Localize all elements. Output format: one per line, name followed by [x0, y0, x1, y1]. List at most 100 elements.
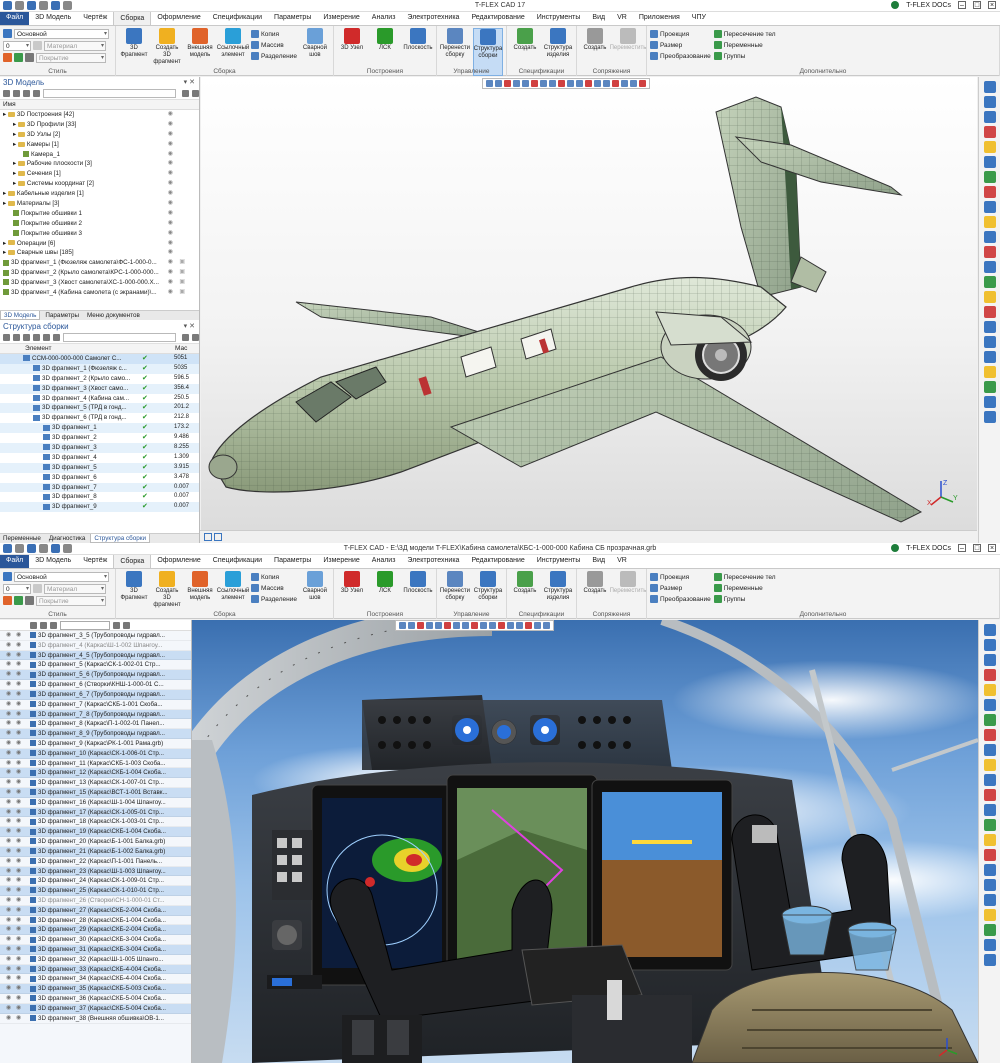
menu-tab-14[interactable]: Приложения	[633, 11, 686, 25]
visibility-eye-icon[interactable]: ◉	[6, 729, 11, 738]
visibility-eye-icon[interactable]: ◉	[168, 159, 173, 169]
display-eye-icon[interactable]: ◉	[16, 945, 21, 954]
visibility-eye-icon[interactable]: ◉	[6, 1014, 11, 1023]
display-eye-icon[interactable]: ◉	[16, 778, 21, 787]
light-icon[interactable]	[983, 849, 996, 861]
visibility-eye-icon[interactable]: ◉	[6, 847, 11, 856]
shade-icon[interactable]	[983, 246, 996, 258]
show-icon[interactable]	[531, 80, 538, 87]
display-eye-icon[interactable]: ◉	[16, 768, 21, 777]
minimize-button[interactable]: –	[958, 1, 966, 9]
visibility-eye-icon[interactable]: ◉	[168, 169, 173, 179]
settings-icon[interactable]	[192, 90, 199, 97]
back-icon[interactable]	[3, 90, 10, 97]
display-eye-icon[interactable]: ◉	[16, 925, 21, 934]
measure-icon[interactable]	[630, 80, 637, 87]
assembly-small-1[interactable]: Массив	[251, 583, 297, 593]
menu-tab-4[interactable]: Оформление	[151, 11, 206, 25]
cockpit-tree-row[interactable]: ◉ ◉ 3D фрагмент_31 (Каркас\СКБ-3-004 Скоба…	[0, 945, 191, 955]
visibility-eye-icon[interactable]: ◉	[6, 965, 11, 974]
render-icon[interactable]	[983, 939, 996, 951]
display-eye-icon[interactable]: ◉	[16, 974, 21, 983]
walk-icon[interactable]	[983, 351, 996, 363]
model-tree-item[interactable]: ▸ 3D Построения [42] ◉	[0, 110, 199, 120]
iso-view-icon[interactable]	[983, 774, 996, 786]
visibility-eye-icon[interactable]: ◉	[168, 229, 173, 239]
assembly-tree-row[interactable]: 3D фрагмент_8 ✔ 0.007	[0, 492, 199, 502]
menu-tab-9[interactable]: Электротехника	[401, 11, 465, 25]
level-select[interactable]: 0	[3, 40, 31, 51]
model-column-header[interactable]: Имя	[0, 100, 199, 110]
expand-icon[interactable]	[13, 334, 20, 341]
visibility-eye-icon[interactable]: ◉	[6, 1004, 11, 1013]
display-eye-icon[interactable]: ◉	[16, 1014, 21, 1023]
visibility-eye-icon[interactable]: ◉	[168, 219, 173, 229]
display-eye-icon[interactable]: ◉	[16, 896, 21, 905]
search-icon[interactable]	[182, 90, 189, 97]
display-eye-icon[interactable]: ◉	[16, 700, 21, 709]
hidden-icon[interactable]	[983, 276, 996, 288]
level-select[interactable]: 0	[3, 583, 31, 594]
cockpit-tree-row[interactable]: ◉ ◉ 3D фрагмент_8_9 (Трубопроводы гидравл.…	[0, 729, 191, 739]
cockpit-tree-row[interactable]: ◉ ◉ 3D фрагмент_33 (Каркас\СКБ-4-004 Скоба…	[0, 964, 191, 975]
cockpit-tree-row[interactable]: ◉ ◉ 3D фрагмент_4_5 (Трубопроводы гидравл.…	[0, 650, 191, 661]
refresh-icon[interactable]	[3, 334, 10, 341]
measure-icon[interactable]	[983, 924, 996, 936]
cockpit-tree-row[interactable]: ◉ ◉ 3D фрагмент_23 (Каркас\Ш-1-003 Шпангоу…	[0, 866, 191, 877]
model-tree-item[interactable]: Покрытие обшивки 2 ◉	[0, 219, 199, 229]
visibility-eye-icon[interactable]: ◉	[168, 278, 173, 288]
wire-icon[interactable]	[549, 80, 556, 87]
pan-icon[interactable]	[983, 141, 996, 153]
assembly-tree-row[interactable]: 3D фрагмент_5 (ТРД в гонд... ✔ 201.2	[0, 403, 199, 414]
display-eye-icon[interactable]: ◉	[16, 847, 21, 856]
magnet-icon[interactable]	[983, 624, 996, 636]
extra-item2-1[interactable]: Переменные	[713, 40, 776, 50]
pan-icon[interactable]	[983, 684, 996, 696]
assembly-panel-tab-1[interactable]: Диагностика	[46, 534, 89, 543]
tree-icon[interactable]	[43, 334, 50, 341]
section-icon[interactable]	[417, 622, 424, 629]
display-eye-icon[interactable]: ◉	[16, 827, 21, 836]
walk-icon[interactable]	[983, 894, 996, 906]
visibility-eye-icon[interactable]: ◉	[6, 808, 11, 817]
cockpit-tree-row[interactable]: ◉ ◉ 3D фрагмент_18 (Каркас\СК-1-003-01 Стр…	[0, 817, 191, 828]
display-eye-icon[interactable]: ◉	[16, 680, 21, 689]
visibility-eye-icon[interactable]: ◉	[168, 268, 173, 278]
assembly-tree-row[interactable]: 3D фрагмент_2 ✔ 9.486	[0, 433, 199, 443]
shade-icon[interactable]	[558, 80, 565, 87]
light-icon[interactable]	[480, 622, 487, 629]
cockpit-tree-row[interactable]: ◉ ◉ 3D фрагмент_5_6 (Трубопроводы гидравл.…	[0, 670, 191, 681]
fit-icon[interactable]	[516, 622, 523, 629]
assembly-tree-row[interactable]: 3D фрагмент_1 ✔ 173.2	[0, 423, 199, 434]
display-eye-icon[interactable]: ◉	[16, 955, 21, 964]
visibility-eye-icon[interactable]: ◉	[168, 209, 173, 219]
cockpit-tree-row[interactable]: ◉ ◉ 3D фрагмент_10 (Каркас\СК-1-006-01 Стр…	[0, 748, 191, 759]
visibility-eye-icon[interactable]: ◉	[6, 867, 11, 876]
filter-icon[interactable]	[486, 80, 493, 87]
cockpit-tree-row[interactable]: ◉ ◉ 3D фрагмент_17 (Каркас\СК-1-005-01 Стр…	[0, 807, 191, 818]
visibility-eye-icon[interactable]: ◉	[168, 248, 173, 258]
filter-icon[interactable]	[33, 334, 40, 341]
camera-icon[interactable]	[498, 622, 505, 629]
camera-icon[interactable]	[983, 879, 996, 891]
coating-select[interactable]: Покрытие	[36, 595, 106, 606]
fit-icon[interactable]	[983, 714, 996, 726]
cockpit-tree-row[interactable]: ◉ ◉ 3D фрагмент_29 (Каркас\СКБ-2-004 Скоба…	[0, 925, 191, 936]
assembly-small-2[interactable]: Разделение	[251, 51, 297, 61]
cockpit-search-input[interactable]	[60, 620, 110, 630]
fly-icon[interactable]	[983, 366, 996, 378]
menu-tab-4[interactable]: Оформление	[151, 554, 206, 568]
hide-icon[interactable]	[522, 80, 529, 87]
assembly-tree-row[interactable]: 3D фрагмент_3 ✔ 8.255	[0, 443, 199, 453]
visibility-eye-icon[interactable]: ◉	[6, 827, 11, 836]
menu-tab-6[interactable]: Параметры	[268, 554, 317, 568]
zoom-icon[interactable]	[507, 622, 514, 629]
display-eye-icon[interactable]: ◉	[16, 788, 21, 797]
display-eye-icon[interactable]: ◉	[16, 798, 21, 807]
material-select[interactable]: Материал	[44, 583, 106, 594]
search-icon[interactable]	[182, 334, 189, 341]
cockpit-tree-row[interactable]: ◉ ◉ 3D фрагмент_24 (Каркас\СК-1-009-01 Стр…	[0, 876, 191, 887]
model-tree-item[interactable]: ▸ Сварные швы [185] ◉	[0, 248, 199, 258]
display-eye-icon[interactable]: ◉	[16, 739, 21, 748]
visibility-eye-icon[interactable]: ◉	[6, 768, 11, 777]
